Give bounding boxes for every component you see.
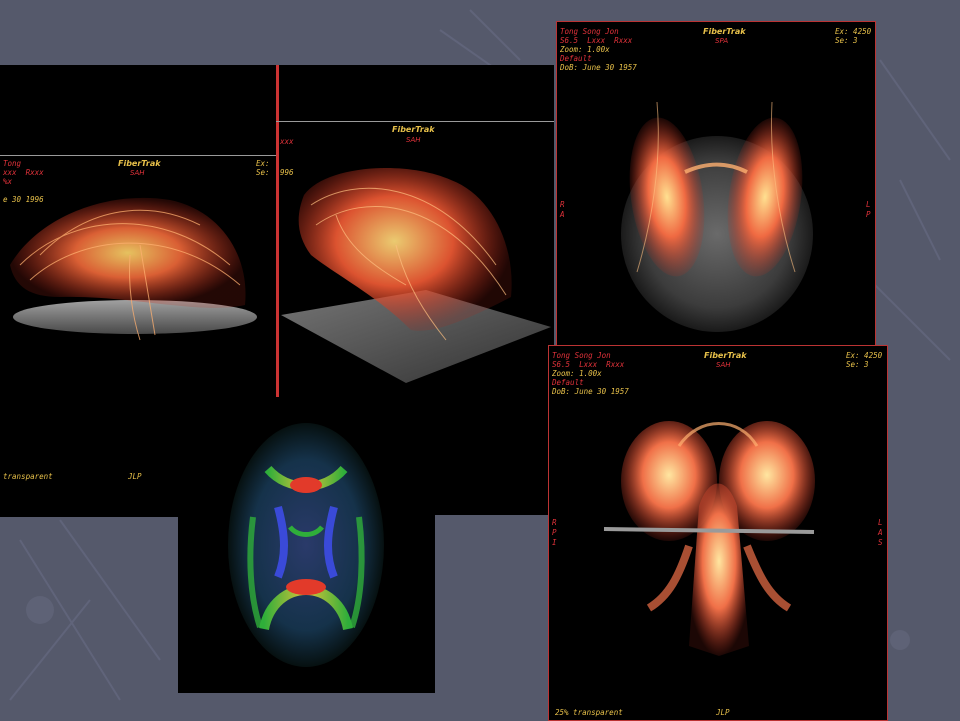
scan-params: S6.5 Lxxx Rxxx (560, 36, 633, 45)
series-label: Se: (256, 168, 270, 177)
view-label: SAH (130, 169, 145, 177)
view-label: SAH (716, 361, 731, 369)
orientation-right-l: L (878, 518, 883, 527)
orientation-right-a: A (878, 528, 883, 537)
zoom-label: Zoom: 1.00x (552, 369, 602, 378)
zoom-label: %x (3, 177, 13, 186)
orientation-label: JLP (128, 472, 142, 481)
app-title: FiberTrak (703, 27, 746, 36)
dti-color-map (178, 397, 435, 693)
transparency-label: 25% transparent (555, 708, 623, 717)
dob-label: DoB: June 30 1957 (552, 387, 629, 396)
scan-params: xxx Rxxx (3, 168, 44, 177)
orientation-left-i: I (552, 538, 557, 547)
patient-name: Tong (3, 159, 22, 168)
orientation-label: JLP (716, 708, 730, 717)
scan-params: S6.5 Lxxx Rxxx (552, 360, 625, 369)
exam-label: Ex: 4250 (835, 27, 872, 36)
fiber-tract-coronal-image (603, 421, 815, 656)
orientation-left-p: P (552, 528, 557, 537)
series-label: Se: 3 (835, 36, 858, 45)
date-label: e 30 1996 (3, 195, 44, 204)
zoom-label: Zoom: 1.00x (560, 45, 610, 54)
orientation-left-2: A (560, 210, 565, 219)
app-title: FiberTrak (704, 351, 747, 360)
right-coronal-view: Tong Song Jon S6.5 Lxxx Rxxx Zoom: 1.00x… (548, 345, 888, 721)
preset-label: Default (560, 54, 592, 63)
view-label: SAH (406, 136, 421, 144)
app-title: FiberTrak (392, 125, 435, 134)
exam-label: Ex: 4250 (846, 351, 883, 360)
dti-axial-color-image (228, 423, 384, 667)
right-axial-view: Tong Song Jon S6.5 Lxxx Rxxx Zoom: 1.00x… (556, 21, 876, 351)
app-title: FiberTrak (118, 159, 161, 168)
exam-label: Ex: (256, 159, 270, 168)
cropped-params: xxx (280, 137, 294, 146)
orientation-right-2: P (866, 210, 871, 219)
patient-name: Tong Song Jon (552, 351, 611, 360)
view-label: SPA (715, 37, 729, 45)
orientation-right-1: L (866, 200, 871, 209)
dob-label: DoB: June 30 1957 (560, 63, 637, 72)
orientation-left-1: R (560, 200, 565, 209)
preset-label: Default (552, 378, 584, 387)
orientation-right-s: S (878, 538, 883, 547)
patient-name: Tong Song Jon (560, 27, 619, 36)
cropped-date: 996 (280, 168, 294, 177)
orientation-left-r: R (552, 518, 557, 527)
transparency-label: transparent (3, 472, 53, 481)
series-label: Se: 3 (846, 360, 869, 369)
